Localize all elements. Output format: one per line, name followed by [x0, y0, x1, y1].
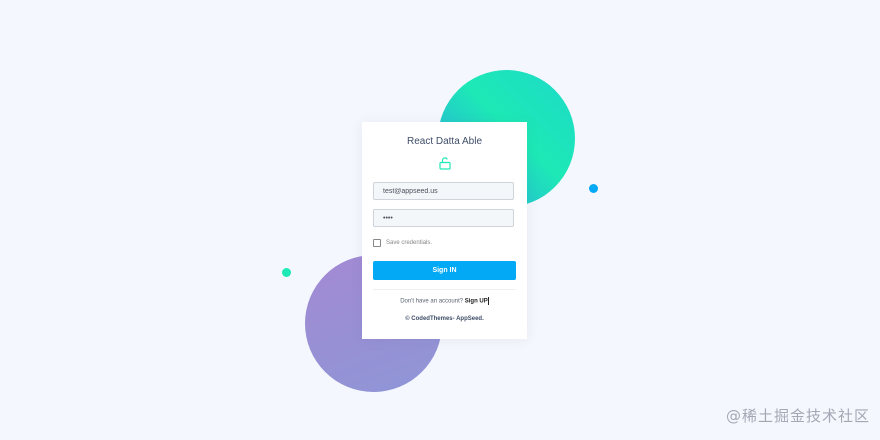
text-cursor	[487, 297, 489, 305]
email-field[interactable]	[373, 182, 514, 200]
sign-in-button[interactable]: Sign IN	[373, 261, 516, 280]
divider	[373, 289, 516, 290]
app-title: React Datta Able	[406, 136, 483, 147]
password-field[interactable]	[373, 209, 514, 227]
unlock-icon	[438, 156, 452, 170]
sign-up-link[interactable]: Sign UP	[465, 299, 488, 305]
no-account-text: Don't have an account?	[400, 298, 464, 305]
decorative-dot-teal	[282, 268, 291, 277]
decorative-dot-blue	[589, 184, 598, 193]
remember-checkbox[interactable]	[373, 239, 381, 247]
remember-label: Save credentials.	[386, 240, 433, 246]
remember-row: Save credentials.	[373, 239, 432, 247]
watermark: @稀土掘金技术社区	[725, 407, 870, 425]
login-card: React Datta Able Save credentials. Sign …	[362, 122, 527, 339]
footer-credit: © CodedThemes- AppSeed.	[405, 316, 484, 322]
signup-prompt: Don't have an account? Sign UP	[362, 297, 527, 305]
